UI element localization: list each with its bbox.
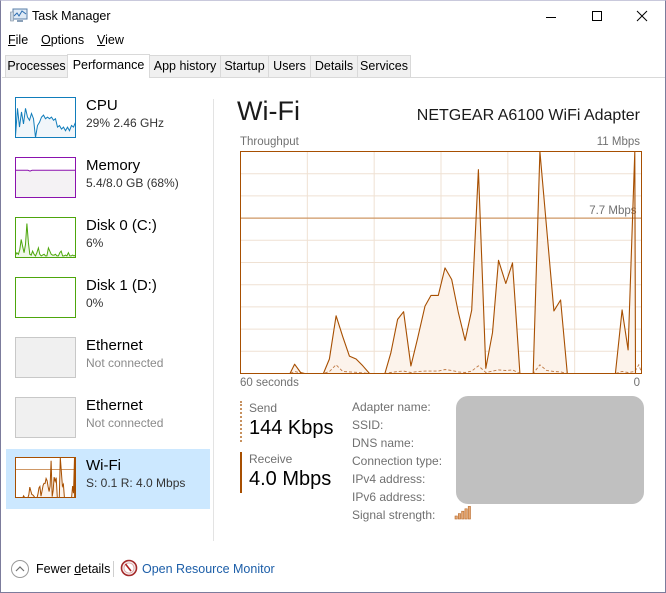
menu-label: ptions	[50, 33, 85, 47]
signal-bar	[467, 506, 471, 520]
reference-line-label: 7.7 Mbps	[589, 205, 637, 217]
menu-file[interactable]: File	[8, 33, 28, 47]
redacted-property-values	[456, 396, 644, 504]
property-label-ipv6: IPv6 address:	[352, 490, 426, 504]
access-key: V	[97, 33, 106, 47]
sidebar-item-title: Disk 1 (D:)	[86, 277, 157, 294]
send-value: 144 Kbps	[249, 417, 334, 439]
chevron-up-circle-icon[interactable]	[10, 559, 30, 579]
cpu-thumbnail-graph	[15, 97, 76, 138]
sidebar-item-ethernet-2[interactable]: Ethernet Not connected	[6, 389, 210, 449]
property-label-dns-name: DNS name:	[352, 436, 415, 450]
property-label-signal-strength: Signal strength:	[352, 508, 436, 522]
wifi-thumbnail-graph	[15, 457, 76, 498]
menu-view[interactable]: View	[97, 33, 124, 47]
thumbnail-area-fill	[15, 170, 76, 198]
signal-bar	[461, 510, 465, 520]
signal-bar	[458, 513, 461, 520]
sidebar-item-subtitle: 6%	[86, 236, 104, 250]
menu-options[interactable]: Options	[41, 33, 84, 47]
sidebar-item-title: Ethernet	[86, 337, 143, 354]
tab-processes[interactable]: Processes	[5, 55, 68, 77]
chart-title: Throughput	[240, 136, 299, 148]
sidebar-item-memory[interactable]: Memory 5.4/8.0 GB (68%)	[6, 149, 210, 209]
property-label-connection-type: Connection type:	[352, 454, 443, 468]
throughput-chart: 7.7 Mbps	[240, 151, 642, 374]
x-axis-start-label: 60 seconds	[240, 377, 299, 389]
signal-strength-icon	[454, 506, 471, 520]
access-key: F	[8, 33, 16, 47]
tab-details[interactable]: Details	[310, 55, 358, 77]
menu-label: ile	[15, 33, 29, 47]
access-key: O	[41, 33, 51, 47]
sidebar-divider[interactable]	[213, 99, 214, 541]
sidebar-item-subtitle: Not connected	[86, 416, 164, 430]
property-label-ssid: SSID:	[352, 418, 384, 432]
minimize-button[interactable]	[528, 1, 574, 31]
sidebar-item-title: Memory	[86, 157, 141, 174]
disk-1-thumbnail-graph	[15, 277, 76, 318]
close-icon	[636, 10, 648, 22]
property-label-adapter-name: Adapter name:	[352, 400, 431, 414]
ethernet-thumbnail-graph	[15, 397, 76, 438]
tab-services[interactable]: Services	[357, 55, 411, 77]
sidebar-item-disk-0[interactable]: Disk 0 (C:) 6%	[6, 209, 210, 269]
memory-thumbnail-graph	[15, 157, 76, 198]
sidebar-item-title: CPU	[86, 97, 118, 114]
tab-app-history[interactable]: App history	[149, 55, 221, 77]
receive-value: 4.0 Mbps	[249, 468, 332, 490]
ethernet-thumbnail-graph	[15, 337, 76, 378]
send-label: Send	[249, 401, 278, 415]
tab-startup[interactable]: Startup	[220, 55, 269, 77]
maximize-icon	[592, 11, 602, 21]
maximize-button[interactable]	[574, 1, 620, 31]
resource-monitor-icon[interactable]	[120, 559, 138, 577]
sidebar-item-disk-1[interactable]: Disk 1 (D:) 0%	[6, 269, 210, 329]
y-max-label: 11 Mbps	[596, 136, 640, 148]
signal-bar	[464, 508, 468, 520]
close-button[interactable]	[619, 1, 665, 31]
sidebar-item-title: Wi-Fi	[86, 457, 121, 474]
minimize-icon	[546, 17, 556, 18]
sidebar-item-wifi[interactable]: Wi-Fi S: 0.1 R: 4.0 Mbps	[6, 449, 210, 509]
sidebar-item-ethernet-1[interactable]: Ethernet Not connected	[6, 329, 210, 389]
fewer-details-label: Fewer	[36, 562, 75, 576]
sidebar-item-subtitle: 29% 2.46 GHz	[86, 116, 165, 130]
task-manager-window: Task Manager File Options View Processes…	[0, 0, 666, 593]
sidebar-item-title: Ethernet	[86, 397, 143, 414]
receive-legend-marker	[240, 452, 242, 493]
menu-label: iew	[105, 33, 124, 47]
x-axis-end-label: 0	[633, 377, 640, 389]
page-title: Wi-Fi	[237, 96, 300, 126]
sidebar-item-subtitle: Not connected	[86, 356, 164, 370]
task-manager-icon	[10, 8, 28, 22]
receive-stat: Receive 4.0 Mbps	[240, 452, 340, 493]
thumbnail-background	[15, 277, 76, 318]
sidebar-item-subtitle: 5.4/8.0 GB (68%)	[86, 176, 179, 190]
property-label-ipv4: IPv4 address:	[352, 472, 426, 486]
open-resource-monitor-link[interactable]: Open Resource Monitor	[142, 562, 275, 576]
footer-separator	[113, 561, 114, 577]
thumbnail-background	[15, 337, 76, 378]
tab-users[interactable]: Users	[268, 55, 311, 77]
sidebar-item-subtitle: 0%	[86, 296, 104, 310]
send-stat: Send 144 Kbps	[240, 401, 340, 442]
fewer-details-button[interactable]: Fewer details	[36, 562, 110, 576]
fewer-details-label: etails	[81, 562, 111, 576]
thumbnail-background	[15, 397, 76, 438]
receive-label: Receive	[249, 452, 293, 466]
window-title: Task Manager	[32, 9, 111, 23]
disk-0-thumbnail-graph	[15, 217, 76, 258]
tab-performance[interactable]: Performance	[67, 54, 150, 78]
send-legend-marker	[240, 401, 242, 442]
sidebar-item-title: Disk 0 (C:)	[86, 217, 157, 234]
adapter-name: NETGEAR A6100 WiFi Adapter	[416, 107, 640, 124]
signal-bar	[454, 515, 458, 520]
sidebar-item-cpu[interactable]: CPU 29% 2.46 GHz	[6, 89, 210, 149]
sidebar-item-subtitle: S: 0.1 R: 4.0 Mbps	[86, 476, 186, 490]
